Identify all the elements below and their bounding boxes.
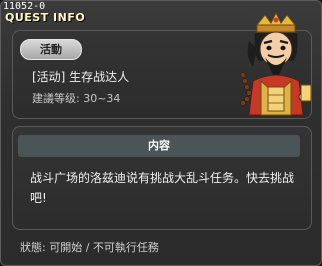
quest-name: [活动] 生存战达人 (32, 70, 130, 84)
quest-status: 狀態: 可開始 / 不可執行任務 (20, 241, 159, 254)
general-portrait-icon (240, 11, 312, 116)
quest-info-window: 11052-0 QUEST INFO 活動 [活动] 生存战达人 建議等级: 3… (0, 0, 322, 266)
quest-description: 战斗广场的洛兹迪说有挑战大乱斗任务。快去挑战吧! (30, 171, 295, 205)
quest-category-badge: 活動 (20, 39, 82, 60)
window-title: QUEST INFO (5, 11, 86, 24)
recommended-level: 建議等级: 30~34 (32, 92, 121, 105)
content-header: 内容 (18, 135, 300, 157)
